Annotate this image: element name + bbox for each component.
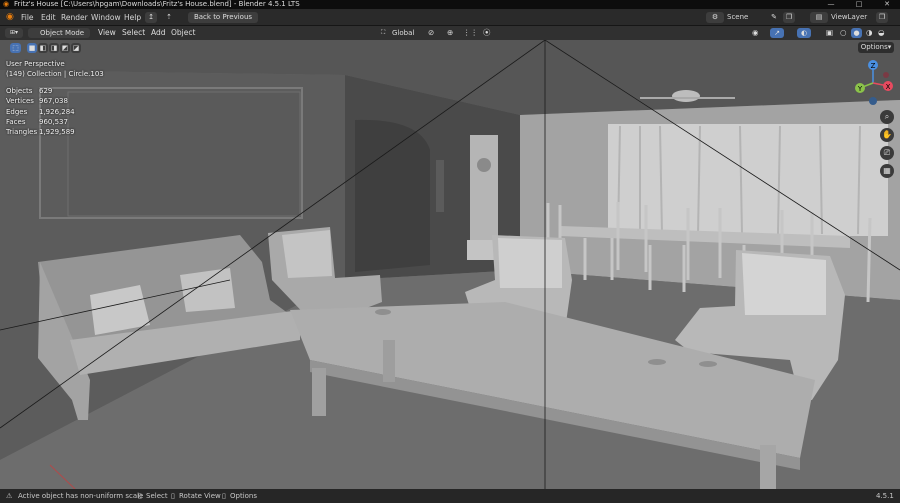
pin-scene-icon[interactable]: ✎ — [768, 12, 780, 23]
close-button[interactable]: ✕ — [876, 0, 898, 9]
wireframe-shading-icon[interactable]: ○ — [840, 26, 847, 40]
mouse-left-icon: ▯ — [138, 492, 142, 500]
upload-icon[interactable]: ⇡ — [163, 12, 175, 23]
blender-logo-icon: ◉ — [3, 0, 10, 8]
mouse-right-icon: ▯ — [222, 492, 226, 500]
zoom-icon[interactable]: ⌕ — [880, 110, 894, 124]
mouse-middle-icon: ▯ — [171, 492, 175, 500]
gizmo-toggle-icon[interactable]: ↗ — [770, 28, 784, 38]
visibility-icon[interactable]: ◉ — [752, 26, 759, 40]
pan-hand-icon[interactable]: ✋ — [880, 128, 894, 142]
back-to-previous-button[interactable]: Back to Previous — [188, 12, 258, 23]
scene-selector-icon[interactable]: ⚙ — [706, 12, 724, 23]
blender-menu-icon[interactable]: ◉ — [6, 9, 14, 26]
gizmo-x-label: X — [886, 83, 891, 91]
menu-file[interactable]: File — [21, 9, 34, 26]
snap-icon[interactable]: ⊕ — [447, 26, 453, 40]
select-tool-icon[interactable]: ⬚ — [10, 43, 21, 53]
status-bar: ⚠ Active object has non-uniform scale ▯ … — [0, 489, 900, 503]
scene-name[interactable]: Scene — [727, 9, 748, 26]
menu-window[interactable]: Window — [91, 9, 121, 26]
view-layer-name[interactable]: ViewLayer — [831, 9, 867, 26]
scene-statistics: Objects 629 Vertices 967,038 Edges 1,926,28… — [6, 86, 86, 137]
chevron-down-icon: ▾ — [887, 43, 892, 51]
title-bar: ◉ Fritz's House [C:\Users\hpgam\Download… — [0, 0, 900, 9]
stat-triangles: Triangles 1,929,589 — [6, 128, 75, 137]
new-scene-icon[interactable]: ❐ — [783, 12, 795, 23]
snap-target-icon[interactable]: ⋮⋮ — [463, 26, 478, 40]
menu-render[interactable]: Render — [61, 9, 88, 26]
perspective-toggle-icon[interactable]: ▦ — [880, 164, 894, 178]
select-extend-icon[interactable]: ◧ — [38, 43, 48, 53]
3d-viewport[interactable]: ⬚ ■ ◧ ◨ ◩ ◪ Options▾ User Perspective (1… — [0, 40, 900, 489]
xray-icon[interactable]: ▣ — [826, 26, 833, 40]
warning-icon: ⚠ — [6, 492, 13, 500]
scene-render — [0, 40, 900, 489]
gizmo-z-label: Z — [871, 62, 876, 70]
version-label: 4.5.1 — [876, 492, 894, 500]
options-button[interactable]: Options▾ — [858, 42, 894, 53]
menu-view[interactable]: View — [98, 26, 116, 40]
select-invert-icon[interactable]: ◩ — [60, 43, 70, 53]
select-subtract-icon[interactable]: ◨ — [49, 43, 59, 53]
menu-add[interactable]: Add — [151, 26, 166, 40]
solid-shading-icon[interactable]: ● — [851, 28, 862, 38]
material-shading-icon[interactable]: ◑ — [866, 26, 873, 40]
window-title: Fritz's House [C:\Users\hpgam\Downloads\… — [14, 0, 300, 8]
mode-label: Object Mode — [40, 29, 85, 37]
overlay-toggle-icon[interactable]: ◐ — [797, 28, 811, 38]
status-select-hint: Select — [146, 492, 168, 500]
select-new-icon[interactable]: ■ — [27, 43, 37, 53]
status-rotate-hint: Rotate View — [179, 492, 221, 500]
rendered-shading-icon[interactable]: ◒ — [878, 26, 885, 40]
top-bar: ◉ File Edit Render Window Help ↥ ⇡ Back … — [0, 9, 900, 26]
editor-type-icon[interactable]: ⊞▾ — [5, 28, 23, 38]
status-options-hint: Options — [230, 492, 258, 500]
orientation-icon[interactable]: ⛶ — [381, 26, 385, 40]
back-to-previous-label: Back to Previous — [193, 13, 253, 21]
view-layer-icon[interactable]: ▤ — [810, 12, 828, 23]
orientation-dropdown[interactable]: Global — [392, 26, 414, 40]
minimize-button[interactable]: — — [820, 0, 842, 9]
status-message: Active object has non-uniform scale — [18, 492, 144, 500]
options-label: Options — [860, 43, 888, 51]
maximize-button[interactable]: □ — [848, 0, 870, 9]
select-intersect-icon[interactable]: ◪ — [71, 43, 81, 53]
stat-vertices: Vertices 967,038 — [6, 97, 68, 106]
stat-edges: Edges 1,926,284 — [6, 107, 75, 116]
pivot-icon[interactable]: ⊘ — [428, 26, 434, 40]
stat-objects: Objects 629 — [6, 87, 53, 95]
proportional-edit-icon[interactable]: ⦿ — [483, 26, 491, 40]
viewport-header: ⊞▾ Object Mode View Select Add Object ⛶ … — [0, 26, 900, 40]
mode-dropdown[interactable]: Object Mode — [28, 28, 90, 38]
camera-view-icon[interactable]: ⎚ — [880, 146, 894, 160]
view-perspective-text: User Perspective — [6, 60, 65, 68]
gizmo-y-label: Y — [857, 85, 863, 93]
menu-help[interactable]: Help — [124, 9, 141, 26]
collection-text: (149) Collection | Circle.103 — [6, 70, 104, 78]
menu-edit[interactable]: Edit — [41, 9, 56, 26]
stat-faces: Faces 960,537 — [6, 117, 68, 126]
new-view-layer-icon[interactable]: ❐ — [876, 12, 888, 23]
navigation-gizmo[interactable]: Z Y X — [848, 58, 898, 106]
undo-history-icon[interactable]: ↥ — [145, 12, 157, 23]
menu-object[interactable]: Object — [171, 26, 195, 40]
menu-select[interactable]: Select — [122, 26, 145, 40]
